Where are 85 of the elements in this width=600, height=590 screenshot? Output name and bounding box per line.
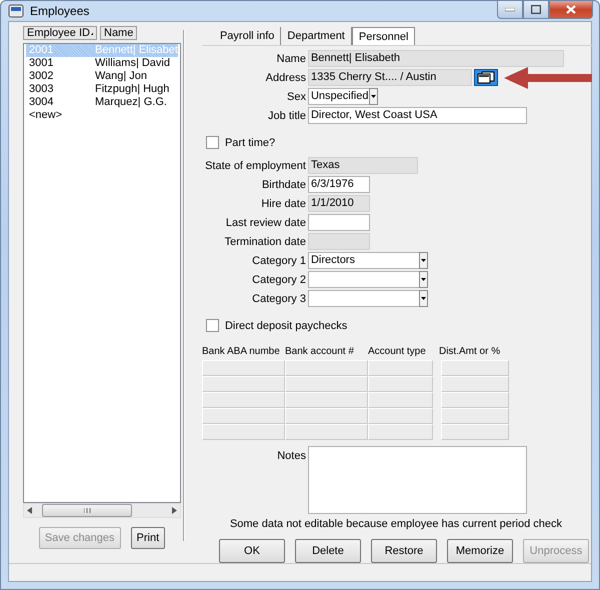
list-row[interactable]: 3003 Fitzpugh| Hugh [26,83,178,96]
column-header: Account type [368,345,427,359]
grid-cell[interactable] [440,408,509,424]
grid-cell[interactable] [284,392,368,408]
grid-cell[interactable] [368,408,433,424]
sort-icon [90,32,93,34]
maximize-icon [531,5,541,14]
action-button[interactable]: Delete [294,539,361,563]
field-label: Category 1 [251,254,306,266]
checkbox[interactable] [206,136,219,149]
close-button[interactable] [549,0,593,19]
grid-cell[interactable] [368,360,433,376]
address-book-button[interactable] [474,69,498,86]
tab[interactable]: Personnel [352,27,416,45]
dropdown[interactable] [308,271,428,288]
checkbox-label: Part time? [224,136,276,148]
text-field[interactable]: 6/3/1976 [308,176,370,193]
text-field[interactable]: Bennett| Elisabeth [308,50,564,67]
column-header: Dist.Amt or % [438,345,502,359]
minimize-icon [505,8,515,12]
column-header[interactable]: Name [100,26,138,40]
action-button[interactable]: Memorize [446,539,513,563]
grid-cell[interactable] [440,376,509,392]
field-label: Sex [286,90,306,102]
caret-icon [420,278,426,281]
checkbox[interactable] [206,319,219,332]
field-label: Birthdate [260,178,306,190]
horizontal-scrollbar[interactable] [23,503,181,518]
field-label: Category 2 [251,274,306,286]
grid-cell[interactable] [440,360,509,376]
close-icon [566,5,576,14]
grid-cell[interactable] [440,424,509,440]
text-field[interactable]: Texas [308,157,418,174]
dropdown[interactable] [308,290,428,307]
window-title: Employees [30,4,90,18]
column-header[interactable]: Employee ID [23,26,97,40]
notes-field[interactable] [308,446,527,514]
right-arrow-icon[interactable] [172,507,177,514]
grid-cell[interactable] [202,424,285,440]
list-row[interactable]: 3001 Williams| David [26,57,178,70]
grid-cell[interactable] [202,376,285,392]
field-label: Address [264,72,306,84]
status-message: Some data not editable because employee has current period check [228,518,563,530]
minimize-button[interactable] [497,0,523,19]
caret-icon [370,95,376,98]
grid-cell[interactable] [368,424,433,440]
address-field[interactable]: 1335 Cherry St.... / Austin [308,69,472,86]
text-field[interactable]: 1/1/2010 [308,195,370,212]
caret-icon [420,297,426,300]
grid-cell[interactable] [202,392,285,408]
grid-cell[interactable] [284,408,368,424]
column-header: Bank account # [284,345,355,359]
grid-cell[interactable] [284,424,368,440]
tab[interactable]: Payroll info [214,27,282,45]
action-button[interactable]: Restore [370,539,437,563]
grid-cell[interactable] [440,392,509,408]
caret-icon [420,259,426,262]
grid-cell[interactable] [284,376,368,392]
grid-cell[interactable] [368,392,433,408]
text-field[interactable]: Director, West Coast USA [308,107,527,124]
field-label: Hire date [260,198,306,210]
field-label: Last review date [224,216,306,228]
field-label: Job title [267,110,306,122]
checkbox-label: Direct deposit paychecks [224,320,348,332]
field-label: Name [276,52,306,64]
text-field[interactable] [308,214,370,231]
list-row[interactable]: 3004 Marquez| G.G. [26,96,178,109]
grid-cell[interactable] [202,408,285,424]
field-label: State of employment [204,160,306,172]
left-arrow-icon[interactable] [27,507,32,514]
field-label: Termination date [224,236,306,248]
grip-icon [84,508,90,513]
field-label: Category 3 [251,292,306,304]
list-row[interactable]: 3002 Wang| Jon [26,70,178,83]
list-row[interactable]: <new> [26,109,178,122]
grid-cell[interactable] [284,360,368,376]
maximize-button[interactable] [523,0,549,19]
app-icon [8,3,24,19]
grid-cell[interactable] [202,360,285,376]
action-button[interactable]: OK [218,539,285,563]
grid-cell[interactable] [368,376,433,392]
field-label: Notes [276,449,306,464]
list-action-button[interactable]: Print [130,527,166,549]
text-field[interactable] [308,233,370,250]
column-header: Bank ABA numbe [202,345,281,359]
